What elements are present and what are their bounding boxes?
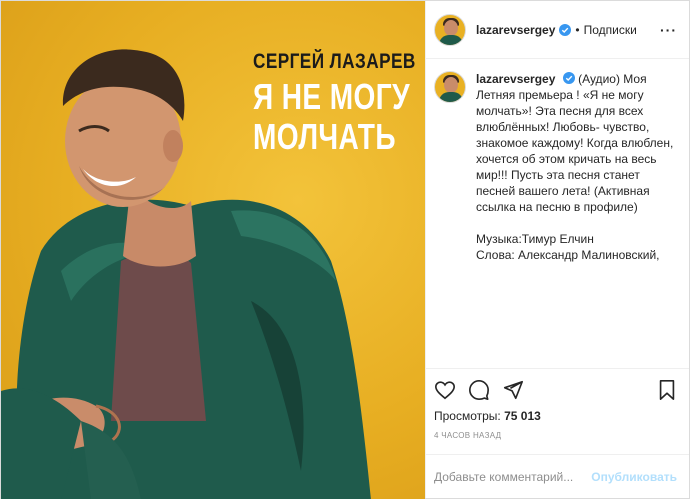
comment-input[interactable] (434, 469, 592, 484)
add-comment-bar: Опубликовать (426, 454, 689, 498)
action-bar (434, 377, 677, 403)
publish-button[interactable]: Опубликовать (591, 470, 677, 484)
caption-username[interactable]: lazarevsergey (476, 72, 555, 86)
comment-button[interactable] (468, 377, 494, 403)
post-image[interactable]: СЕРГЕЙ ЛАЗАРЕВ Я НЕ МОГУ МОЛЧАТЬ (1, 1, 425, 499)
caption-body: lazarevsergey (Аудио) Моя Летняя премьер… (476, 71, 677, 263)
caption-credits: Музыка:Тимур Елчин Слова: Александр Мали… (476, 231, 677, 263)
bookmark-icon (659, 380, 675, 400)
header-separator: • (575, 22, 580, 37)
author-avatar[interactable] (434, 13, 466, 46)
instagram-post: СЕРГЕЙ ЛАЗАРЕВ Я НЕ МОГУ МОЛЧАТЬ lazarev… (0, 0, 690, 499)
music-credit: Музыка:Тимур Елчин (476, 232, 594, 246)
caption: lazarevsergey (Аудио) Моя Летняя премьер… (434, 71, 677, 263)
comments-section: lazarevsergey (Аудио) Моя Летняя премьер… (426, 59, 689, 368)
cover-song-title-line1: Я НЕ МОГУ (253, 76, 410, 117)
lyrics-credit: Слова: Александр Малиновский, (476, 248, 660, 262)
verified-badge-icon (562, 72, 575, 84)
views-count: 75 013 (504, 409, 541, 423)
cover-title-block: СЕРГЕЙ ЛАЗАРЕВ Я НЕ МОГУ МОЛЧАТЬ (253, 51, 423, 155)
verified-badge-icon (559, 23, 572, 36)
views-count-row[interactable]: Просмотры: 75 013 (434, 409, 677, 423)
heart-icon (435, 381, 455, 400)
caption-author-avatar[interactable] (434, 71, 466, 103)
cover-artist-name: СЕРГЕЙ ЛАЗАРЕВ (253, 50, 416, 73)
like-button[interactable] (434, 377, 460, 403)
more-options-icon[interactable]: ··· (660, 22, 677, 38)
share-button[interactable] (502, 377, 528, 403)
views-label: Просмотры: (434, 409, 501, 423)
post-timestamp[interactable]: 4 часов назад (434, 431, 677, 440)
post-sidebar: lazarevsergey • Подписки ··· lazarevserg… (425, 1, 689, 498)
following-button[interactable]: Подписки (584, 23, 637, 37)
save-button[interactable] (651, 377, 677, 403)
share-icon (503, 380, 523, 400)
post-header: lazarevsergey • Подписки ··· (426, 1, 689, 59)
author-username[interactable]: lazarevsergey (476, 23, 555, 37)
post-actions: Просмотры: 75 013 4 часов назад (426, 368, 689, 440)
cover-song-title-line2: МОЛЧАТЬ (253, 116, 396, 157)
caption-text: (Аудио) Моя Летняя премьера ! «Я не могу… (476, 72, 674, 214)
comment-icon (469, 380, 489, 400)
